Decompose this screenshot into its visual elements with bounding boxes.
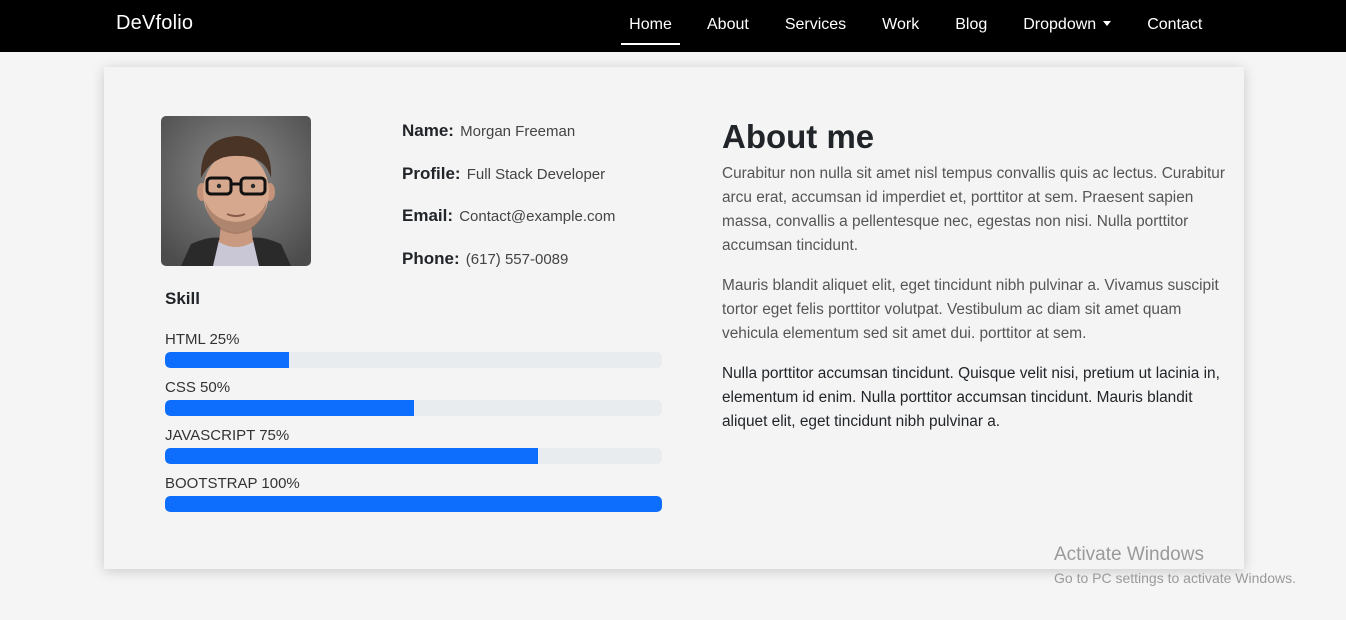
activate-windows-watermark: Activate Windows Go to PC settings to ac…: [1054, 544, 1296, 588]
watermark-subtitle: Go to PC settings to activate Windows.: [1054, 570, 1296, 586]
skill-heading: Skill: [165, 289, 200, 308]
about-paragraph: Mauris blandit aliquet elit, eget tincid…: [722, 277, 1219, 342]
brand-logo[interactable]: DeVfolio: [116, 12, 193, 35]
progress-fill: [165, 496, 662, 512]
nav-dropdown[interactable]: Dropdown: [1023, 0, 1112, 52]
progress-fill: [165, 400, 414, 416]
about-section: About me Curabitur non nulla sit amet ni…: [722, 117, 1234, 450]
progress-bar: [165, 352, 662, 368]
profile-label: Profile:: [402, 163, 461, 183]
name-value: Morgan Freeman: [460, 123, 576, 140]
email-row: Email: Contact@example.com: [402, 203, 702, 246]
navbar: DeVfolio Home About Services Work Blog D…: [0, 0, 1346, 52]
about-paragraph: Curabitur non nulla sit amet nisl tempus…: [722, 165, 1225, 254]
progress-fill: [165, 352, 290, 368]
email-value: Contact@example.com: [459, 208, 616, 225]
name-row: Name: Morgan Freeman: [402, 118, 702, 161]
nav-work[interactable]: Work: [882, 0, 919, 52]
about-title: About me: [722, 118, 875, 155]
nav-home[interactable]: Home: [621, 0, 680, 52]
progress-bar: [165, 448, 662, 464]
phone-value: (617) 557-0089: [465, 250, 569, 268]
progress-bar: [165, 496, 662, 512]
phone-label: Phone:: [402, 248, 460, 268]
profile-info: Name: Morgan Freeman Profile: Full Stack…: [402, 118, 702, 288]
skill-bootstrap: BOOTSTRAP 100%: [165, 475, 662, 523]
profile-photo: [161, 116, 311, 266]
caret-down-icon: [1103, 21, 1112, 26]
nav-blog[interactable]: Blog: [955, 0, 987, 52]
skill-label: CSS 50%: [165, 379, 231, 396]
profile-value: Full Stack Developer: [466, 165, 606, 183]
nav-services[interactable]: Services: [785, 0, 846, 52]
nav-dropdown-label: Dropdown: [1023, 16, 1097, 33]
name-label: Name:: [402, 121, 454, 140]
about-card: Name: Morgan Freeman Profile: Full Stack…: [104, 67, 1244, 569]
about-paragraph: Nulla porttitor accumsan tincidunt. Quis…: [722, 365, 1220, 430]
skill-label: BOOTSTRAP 100%: [165, 475, 300, 492]
progress-fill: [165, 448, 538, 464]
progress-bar: [165, 400, 662, 416]
skill-label: JAVASCRIPT 75%: [165, 427, 290, 444]
phone-row: Phone: (617) 557-0089: [402, 246, 702, 289]
skill-html: HTML 25%: [165, 331, 662, 379]
skill-javascript: JAVASCRIPT 75%: [165, 427, 662, 475]
email-label: Email:: [402, 206, 454, 225]
nav-contact[interactable]: Contact: [1147, 0, 1202, 52]
watermark-title: Activate Windows: [1054, 544, 1204, 565]
skill-list: HTML 25% CSS 50% JAVASCRIPT 75% BOOTSTRA…: [165, 331, 662, 523]
nav-menu: Home About Services Work Blog Dropdown C…: [621, 0, 1202, 52]
nav-about[interactable]: About: [707, 0, 749, 52]
profile-row: Profile: Full Stack Developer: [402, 161, 702, 204]
skill-label: HTML 25%: [165, 331, 240, 348]
skill-css: CSS 50%: [165, 379, 662, 427]
